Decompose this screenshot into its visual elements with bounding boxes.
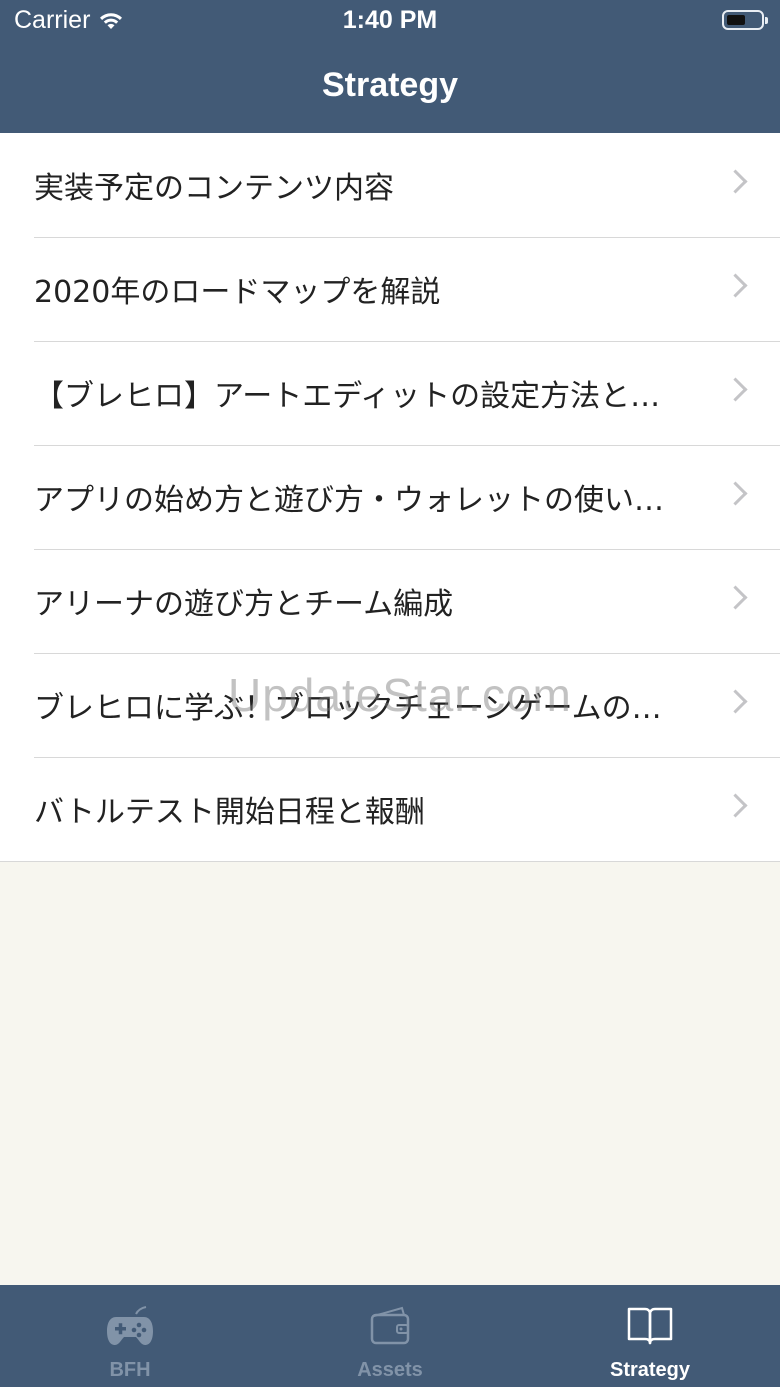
page-title: Strategy — [321, 66, 459, 104]
chevron-right-icon — [723, 585, 748, 610]
tab-label: Strategy — [609, 1359, 691, 1381]
battery-level — [727, 15, 745, 25]
tab-strategy[interactable]: Strategy — [520, 1285, 780, 1387]
chevron-right-icon — [723, 481, 748, 506]
list-item-label: 実装予定のコンテンツ内容 — [34, 171, 394, 206]
tab-label: BFH — [109, 1359, 151, 1381]
list-item-label: 2020年のロードマップを解説 — [34, 275, 441, 310]
tab-bfh[interactable]: BFH — [0, 1285, 260, 1387]
chevron-right-icon — [723, 169, 748, 194]
list-item-label: アリーナの遊び方とチーム編成 — [34, 587, 454, 622]
list-item[interactable]: 【ブレヒロ】アートエディットの設定方法と… — [0, 341, 780, 445]
list-item[interactable]: バトルテスト開始日程と報酬 — [0, 757, 780, 861]
list-item-label: 【ブレヒロ】アートエディットの設定方法と… — [34, 379, 661, 414]
list-item[interactable]: 実装予定のコンテンツ内容 — [0, 133, 780, 237]
status-bar: Carrier 1:40 PM — [0, 0, 780, 44]
tab-bar: BFH Assets Strategy — [0, 1285, 780, 1387]
chevron-right-icon — [723, 273, 748, 298]
battery-icon — [722, 10, 768, 30]
chevron-right-icon — [723, 793, 748, 818]
list-item-label: アプリの始め方と遊び方・ウォレットの使い… — [34, 483, 664, 518]
wallet-icon — [370, 1306, 410, 1345]
gamepad-icon — [107, 1306, 153, 1345]
list-item[interactable]: アリーナの遊び方とチーム編成 — [0, 549, 780, 653]
list-item[interactable]: アプリの始め方と遊び方・ウォレットの使い… — [0, 445, 780, 549]
status-time: 1:40 PM — [342, 6, 438, 34]
chevron-right-icon — [723, 689, 748, 714]
tab-label: Assets — [357, 1359, 423, 1381]
book-icon — [627, 1307, 673, 1345]
tab-assets[interactable]: Assets — [260, 1285, 520, 1387]
navigation-header: Carrier 1:40 PM Strategy — [0, 0, 780, 133]
strategy-article-list: 実装予定のコンテンツ内容 2020年のロードマップを解説 【ブレヒロ】アートエデ… — [0, 133, 780, 862]
watermark: UpdateStar.com — [228, 669, 572, 721]
list-item[interactable]: 2020年のロードマップを解説 — [0, 237, 780, 341]
chevron-right-icon — [723, 377, 748, 402]
list-item-label: バトルテスト開始日程と報酬 — [34, 795, 425, 830]
